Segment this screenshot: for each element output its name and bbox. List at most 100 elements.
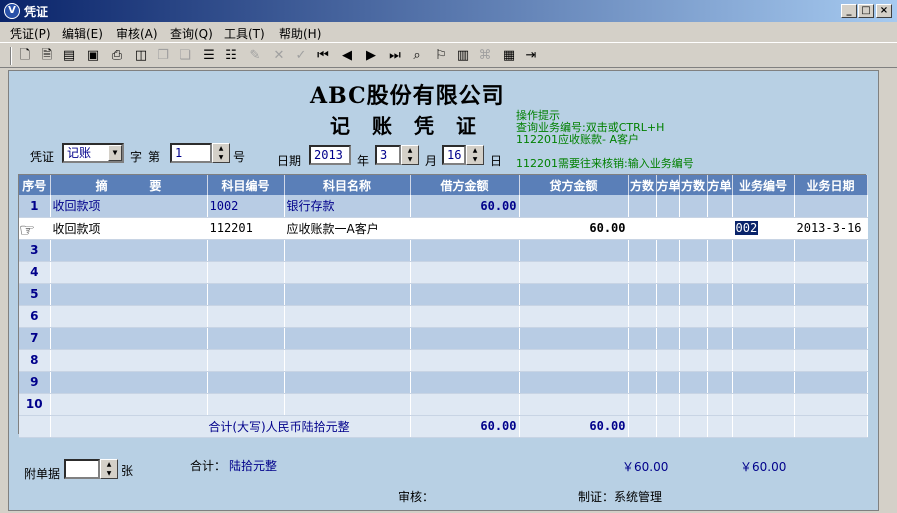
maximize-button[interactable]: □ [858, 4, 874, 18]
debit-cell[interactable]: 60.00 [410, 195, 520, 218]
table-row[interactable]: 1 收回款项 1002 银行存款 60.00 [19, 195, 868, 218]
unit-cell[interactable] [707, 195, 733, 218]
table-row[interactable]: 8 [19, 349, 868, 372]
voucher-number-spinner[interactable]: ▲ ▼ [212, 143, 230, 163]
insert-row-icon[interactable]: ☰ [200, 47, 218, 65]
col-header-qty-2[interactable]: 方数 [679, 175, 708, 195]
spin-up-icon[interactable]: ▲ [467, 146, 483, 155]
debit-cell[interactable] [410, 217, 520, 240]
menu-tools[interactable]: 工具(T) [224, 25, 265, 42]
table-row[interactable]: 3 [19, 239, 868, 262]
col-header-summary[interactable]: 摘 要 [50, 175, 208, 195]
vertical-scrollbar[interactable] [879, 70, 891, 511]
biz-no-cell[interactable]: 002 [732, 217, 795, 240]
table-row[interactable]: 5 [19, 283, 868, 306]
save-icon[interactable]: ▣ [84, 47, 102, 65]
spin-down-icon[interactable]: ▼ [402, 155, 418, 164]
qty-cell[interactable] [679, 217, 708, 240]
row-seq: 10 [19, 393, 51, 416]
table-row[interactable]: 6 [19, 305, 868, 328]
summary-cell[interactable]: 收回款项 [50, 195, 208, 218]
menu-query[interactable]: 查询(Q) [170, 25, 213, 42]
spin-up-icon[interactable]: ▲ [101, 460, 117, 469]
col-header-biz-no[interactable]: 业务编号 [732, 175, 795, 195]
exit-icon[interactable]: ⇥ [522, 47, 540, 65]
menu-help[interactable]: 帮助(H) [279, 25, 321, 42]
col-header-account-name[interactable]: 科目名称 [284, 175, 411, 195]
paste-icon[interactable]: ❏ [176, 47, 194, 65]
spin-up-icon[interactable]: ▲ [402, 146, 418, 155]
spin-down-icon[interactable]: ▼ [213, 153, 229, 162]
unit-cell[interactable] [656, 217, 680, 240]
biz-date-cell[interactable]: 2013-3-16 [794, 217, 868, 240]
col-header-unit-2[interactable]: 方单 [707, 175, 733, 195]
year-field[interactable]: 2013 [309, 145, 351, 165]
last-record-icon[interactable]: ⏭ [386, 47, 404, 65]
confirm-icon[interactable]: ✓ [292, 47, 310, 65]
minimize-button[interactable]: _ [841, 4, 857, 18]
col-header-credit[interactable]: 贷方金额 [519, 175, 629, 195]
summary-cell[interactable]: 收回款项 [50, 217, 208, 240]
open-icon[interactable]: 🗎 [38, 47, 56, 65]
qty-cell[interactable] [628, 195, 657, 218]
qty-cell[interactable] [628, 217, 657, 240]
col-header-debit[interactable]: 借方金额 [410, 175, 520, 195]
col-header-seq[interactable]: 序号 [19, 175, 51, 195]
biz-no-selected-text[interactable]: 002 [734, 221, 759, 235]
month-field[interactable]: 3 [375, 145, 401, 165]
col-header-account-code[interactable]: 科目编号 [207, 175, 285, 195]
col-header-biz-date[interactable]: 业务日期 [794, 175, 868, 195]
col-header-qty-1[interactable]: 方数 [628, 175, 657, 195]
biz-no-cell[interactable] [732, 195, 795, 218]
first-record-icon[interactable]: ⏮ [314, 47, 332, 65]
spin-up-icon[interactable]: ▲ [213, 144, 229, 153]
delete-row-icon[interactable]: ☷ [222, 47, 240, 65]
account-code-cell[interactable]: 1002 [207, 195, 285, 218]
cancel-icon[interactable]: ✕ [270, 47, 288, 65]
unit-cell[interactable] [707, 217, 733, 240]
edit-icon[interactable]: ✎ [246, 47, 264, 65]
biz-date-cell[interactable] [794, 195, 868, 218]
table-row[interactable]: 收回款项 112201 应收账款一A客户 60.00 002 2013-3-16 [19, 217, 868, 240]
month-spinner[interactable]: ▲ ▼ [401, 145, 419, 165]
voucher-grid[interactable]: 序号 摘 要 科目编号 科目名称 借方金额 贷方金额 方数 方单 方数 方单 业… [18, 174, 868, 438]
voucher-number-field[interactable]: 1 [170, 143, 212, 163]
account-name-cell[interactable]: 应收账款一A客户 [284, 217, 411, 240]
menu-edit[interactable]: 编辑(E) [62, 25, 103, 42]
table-row[interactable]: 4 [19, 261, 868, 284]
spin-down-icon[interactable]: ▼ [101, 469, 117, 478]
attach-icon[interactable]: ⌘ [476, 47, 494, 65]
copy-icon[interactable]: ❐ [154, 47, 172, 65]
chevron-down-icon[interactable]: ▼ [108, 145, 122, 161]
qty-cell[interactable] [679, 195, 708, 218]
voucher-type-select[interactable]: 记账 ▼ [62, 143, 124, 163]
day-spinner[interactable]: ▲ ▼ [466, 145, 484, 165]
new-icon[interactable]: 🗋 [16, 47, 34, 65]
delete-doc-icon[interactable]: ▤ [60, 47, 78, 65]
credit-cell[interactable] [519, 195, 629, 218]
table-row[interactable]: 9 [19, 371, 868, 394]
find-icon[interactable]: ⌕ [408, 47, 426, 65]
preview-icon[interactable]: ◫ [132, 47, 150, 65]
next-record-icon[interactable]: ▶ [362, 47, 380, 65]
close-button[interactable]: × [876, 4, 892, 18]
attachment-spinner[interactable]: ▲ ▼ [100, 459, 118, 479]
hint-settlement: 112201需要往来核销:输入业务编号 [516, 157, 694, 170]
col-header-unit-1[interactable]: 方单 [656, 175, 680, 195]
account-code-cell[interactable]: 112201 [207, 217, 285, 240]
unit-cell[interactable] [656, 195, 680, 218]
account-name-cell[interactable]: 银行存款 [284, 195, 411, 218]
print-icon[interactable]: ⎙ [108, 47, 126, 65]
day-field[interactable]: 16 [442, 145, 466, 165]
previous-record-icon[interactable]: ◀ [338, 47, 356, 65]
calculator-icon[interactable]: ▦ [500, 47, 518, 65]
attachment-count-field[interactable] [64, 459, 100, 479]
flag-icon[interactable]: ⚐ [432, 47, 450, 65]
spin-down-icon[interactable]: ▼ [467, 155, 483, 164]
credit-cell[interactable]: 60.00 [519, 217, 629, 240]
menu-audit[interactable]: 审核(A) [116, 25, 158, 42]
report-icon[interactable]: ▥ [454, 47, 472, 65]
table-row[interactable]: 10 [19, 393, 868, 416]
menu-voucher[interactable]: 凭证(P) [10, 25, 51, 42]
table-row[interactable]: 7 [19, 327, 868, 350]
